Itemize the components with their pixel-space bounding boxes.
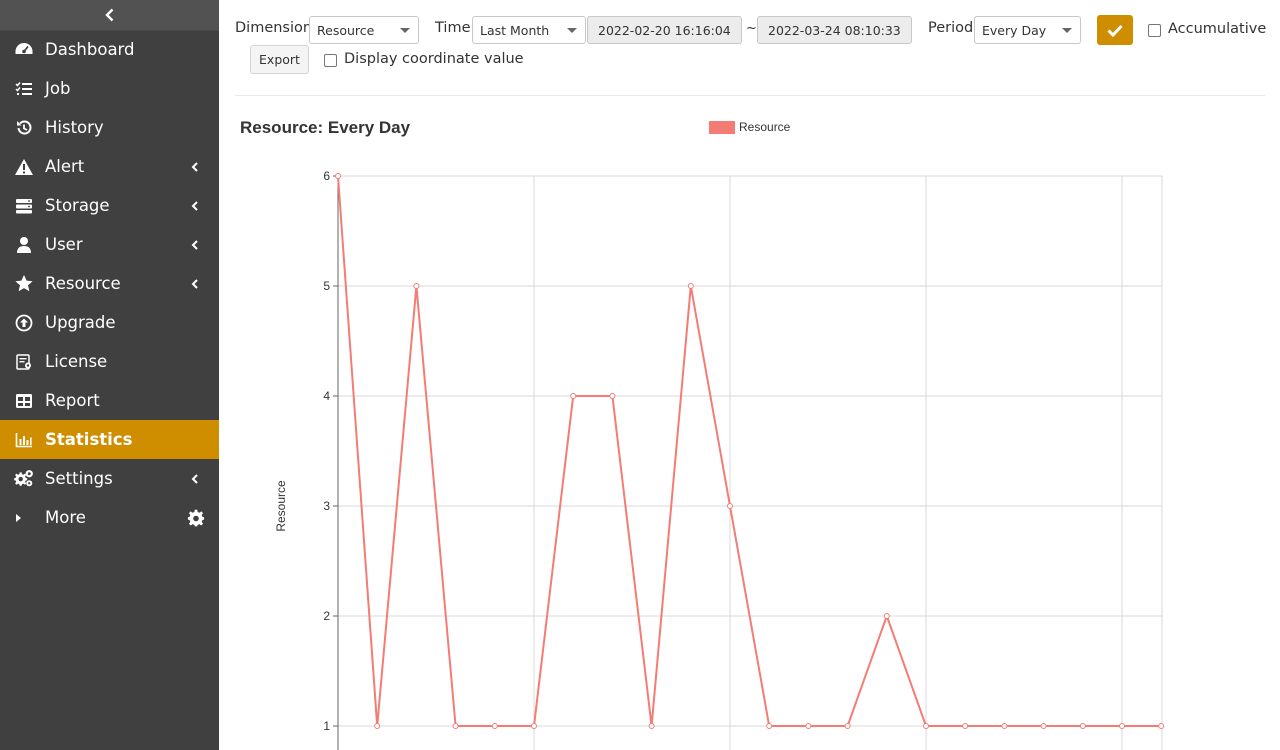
data-point — [452, 723, 459, 729]
data-point — [1158, 723, 1165, 729]
data-point — [1040, 723, 1047, 729]
line-chart: 1 2 3 4 5 6 — [323, 169, 1165, 750]
data-point — [687, 283, 694, 289]
y-tick-label: 1 — [323, 719, 330, 733]
data-point — [805, 723, 812, 729]
data-point — [609, 393, 616, 399]
data-point — [844, 723, 851, 729]
data-point — [648, 723, 655, 729]
data-point — [531, 723, 537, 729]
data-point — [1119, 723, 1125, 729]
y-tick-label: 2 — [323, 609, 330, 623]
data-point — [727, 503, 733, 509]
data-point — [335, 173, 341, 179]
data-point — [570, 393, 577, 399]
data-point — [1001, 723, 1008, 729]
data-point — [766, 723, 773, 729]
series-line — [337, 175, 1162, 727]
y-tick-label: 4 — [323, 389, 330, 403]
data-point — [374, 723, 381, 729]
data-point — [962, 723, 969, 729]
y-tick-label: 6 — [323, 169, 330, 183]
data-point — [491, 723, 498, 729]
data-point — [883, 613, 890, 619]
data-point — [1079, 723, 1086, 729]
y-tick-label: 3 — [323, 499, 330, 513]
data-point — [413, 283, 420, 289]
y-tick-label: 5 — [323, 279, 330, 293]
data-point — [923, 723, 929, 729]
